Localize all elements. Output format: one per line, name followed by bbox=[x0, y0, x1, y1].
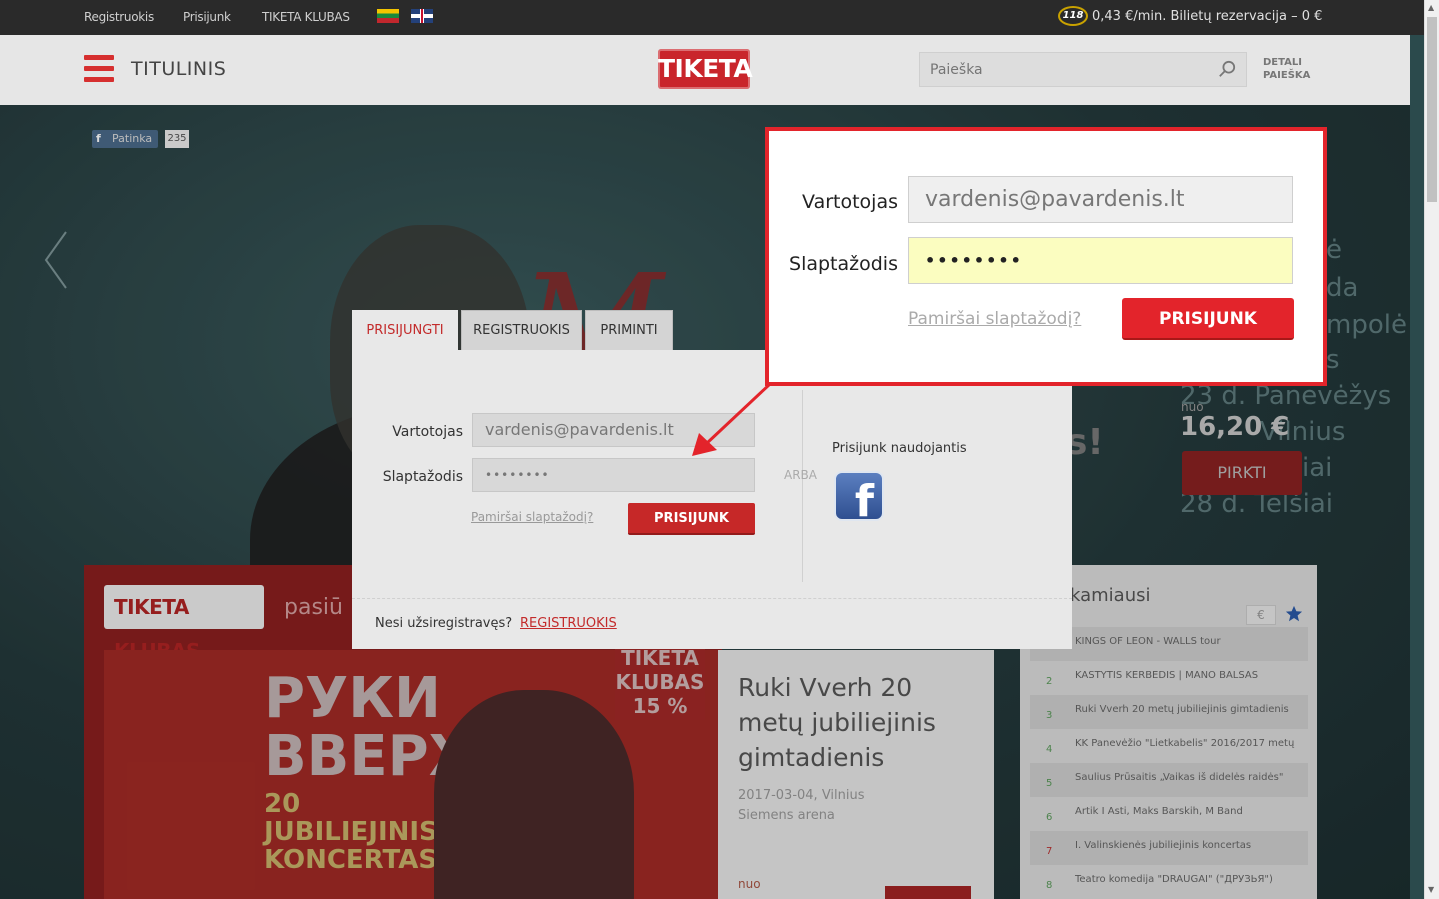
or-label: ARBA bbox=[784, 468, 817, 482]
zoom-login-button[interactable]: PRISIJUNK bbox=[1122, 298, 1294, 340]
modal-divider bbox=[802, 390, 803, 582]
username-label: Vartotojas bbox=[392, 424, 463, 440]
page-scrollbar[interactable]: ▲ ▼ bbox=[1424, 0, 1439, 899]
scroll-down-icon[interactable]: ▼ bbox=[1428, 885, 1434, 894]
advanced-search-link[interactable]: DETALI PAIEŠKA bbox=[1263, 56, 1310, 82]
zoom-username-field[interactable]: vardenis@pavardenis.lt bbox=[908, 176, 1293, 223]
search-box bbox=[919, 52, 1247, 87]
not-registered-text: Nesi užsiregistravęs? bbox=[375, 616, 513, 631]
scroll-up-icon[interactable]: ▲ bbox=[1428, 3, 1434, 12]
lithuanian-flag-icon[interactable] bbox=[377, 9, 399, 23]
menu-icon[interactable] bbox=[84, 55, 114, 83]
login-link[interactable]: Prisijunk bbox=[183, 10, 231, 24]
login-modal bbox=[352, 350, 1072, 649]
register-link-footer[interactable]: REGISTRUOKIS bbox=[520, 616, 617, 631]
search-input[interactable] bbox=[920, 53, 1200, 86]
zoom-password-field[interactable]: •••••••• bbox=[908, 237, 1293, 284]
english-flag-icon[interactable] bbox=[411, 9, 433, 23]
register-link[interactable]: Registruokis bbox=[84, 10, 154, 24]
forgot-password-link[interactable]: Pamiršai slaptažodį? bbox=[471, 510, 593, 524]
zoom-password-label: Slaptažodis bbox=[789, 253, 898, 275]
zoom-username-label: Vartotojas bbox=[802, 191, 898, 213]
username-field[interactable]: vardenis@pavardenis.lt bbox=[472, 413, 755, 447]
phone-118-icon: 118 bbox=[1058, 6, 1088, 26]
tab-login[interactable]: PRISIJUNGTI bbox=[352, 310, 458, 350]
modal-footer-divider bbox=[352, 598, 1072, 599]
search-icon[interactable] bbox=[1218, 60, 1236, 78]
club-link[interactable]: TIKETA KLUBAS bbox=[262, 10, 350, 24]
facebook-login-label: Prisijunk naudojantis bbox=[832, 441, 967, 456]
password-label: Slaptažodis bbox=[382, 469, 463, 485]
header: TITULINIS TIKETA DETALI PAIEŠKA bbox=[0, 35, 1410, 105]
tab-remind[interactable]: PRIMINTI bbox=[585, 310, 673, 350]
tiketa-logo[interactable]: TIKETA bbox=[658, 49, 753, 89]
zoom-forgot-password-link[interactable]: Pamiršai slaptažodį? bbox=[908, 309, 1081, 329]
scroll-thumb[interactable] bbox=[1427, 17, 1437, 202]
phone-info: 0,43 €/min. Bilietų rezervacija – 0 € bbox=[1092, 9, 1323, 24]
login-button[interactable]: PRISIJUNK bbox=[628, 503, 755, 535]
menu-label[interactable]: TITULINIS bbox=[131, 58, 226, 80]
top-bar: Registruokis Prisijunk TIKETA KLUBAS 118… bbox=[0, 0, 1424, 35]
tab-register[interactable]: REGISTRUOKIS bbox=[461, 310, 582, 350]
password-field[interactable]: •••••••• bbox=[472, 458, 755, 492]
facebook-icon[interactable]: f bbox=[834, 471, 884, 527]
